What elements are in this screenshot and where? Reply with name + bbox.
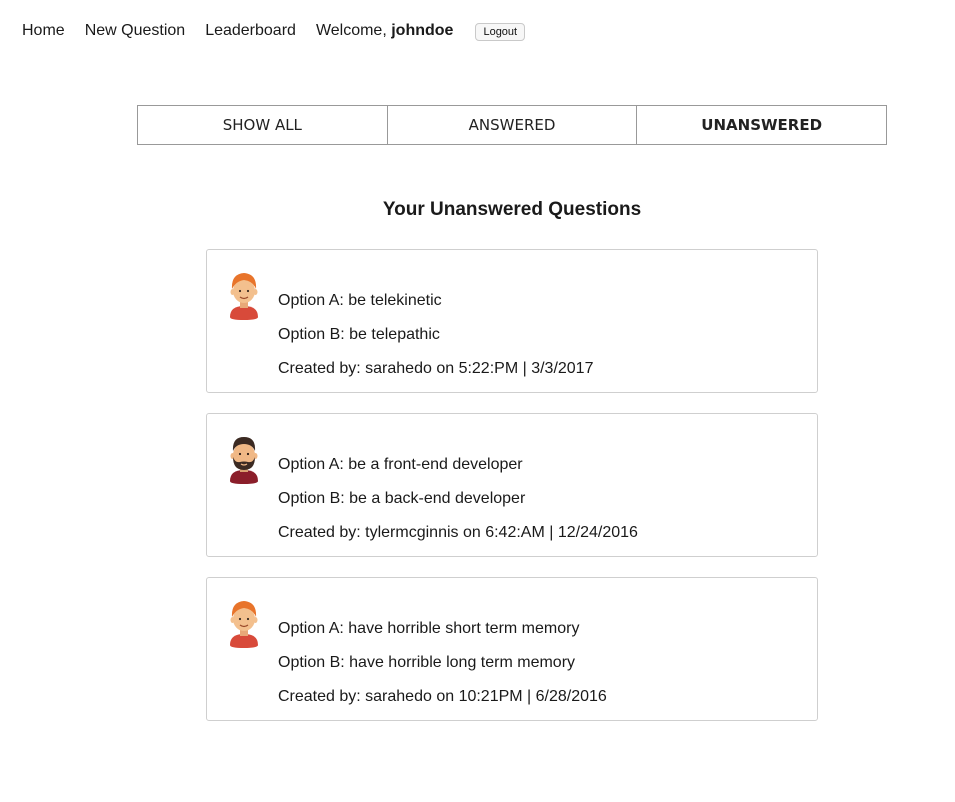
created-by-text: Created by: tylermcginnis on 6:42:AM | 1…: [278, 524, 638, 541]
option-a-text: Option A: have horrible short term memor…: [278, 620, 580, 637]
option-b-text: Option B: be a back-end developer: [278, 490, 526, 507]
section-title-text: Your Unanswered Questions: [382, 199, 642, 220]
option-a-text: Option A: be a front-end developer: [278, 456, 523, 473]
created-by-text: Created by: sarahedo on 5:22:PM | 3/3/20…: [278, 360, 594, 377]
tab-answered[interactable]: ANSWERED: [387, 105, 638, 145]
question-card[interactable]: Option A: be telekinetic Option B: be te…: [206, 249, 818, 393]
nav-home-link[interactable]: Home: [22, 22, 65, 40]
question-details: Option A: be telekinetic Option B: be te…: [278, 284, 593, 386]
question-filter-tabs: SHOW ALL ANSWERED UNANSWERED: [137, 105, 888, 145]
nav-new-question-link[interactable]: New Question: [85, 22, 186, 40]
question-card[interactable]: Option A: be a front-end developer Optio…: [206, 413, 818, 557]
question-card[interactable]: Option A: have horrible short term memor…: [206, 577, 818, 721]
question-list: Option A: be telekinetic Option B: be te…: [206, 249, 818, 741]
created-by-text: Created by: sarahedo on 10:21PM | 6/28/2…: [278, 688, 607, 705]
nav-leaderboard-link[interactable]: Leaderboard: [205, 22, 296, 40]
question-details: Option A: have horrible short term memor…: [278, 612, 607, 714]
tab-show-all[interactable]: SHOW ALL: [137, 105, 388, 145]
option-b-text: Option B: be telepathic: [278, 326, 440, 343]
username: johndoe: [391, 21, 454, 39]
welcome-prefix: Welcome,: [315, 21, 387, 39]
section-title: Your Unanswered Questions: [0, 199, 955, 221]
tab-unanswered[interactable]: UNANSWERED: [637, 105, 888, 145]
red-haired-woman-avatar-icon: [230, 601, 258, 648]
option-a-text: Option A: be telekinetic: [278, 292, 442, 309]
top-nav: Home New Question Leaderboard Welcome, j…: [22, 20, 526, 41]
welcome-text: Welcome, johndoe: [316, 22, 454, 40]
logout-button[interactable]: Logout: [475, 23, 526, 41]
bearded-man-avatar-icon: [230, 437, 258, 484]
question-details: Option A: be a front-end developer Optio…: [278, 448, 638, 550]
option-b-text: Option B: have horrible long term memory: [278, 654, 576, 671]
red-haired-woman-avatar-icon: [230, 273, 258, 320]
